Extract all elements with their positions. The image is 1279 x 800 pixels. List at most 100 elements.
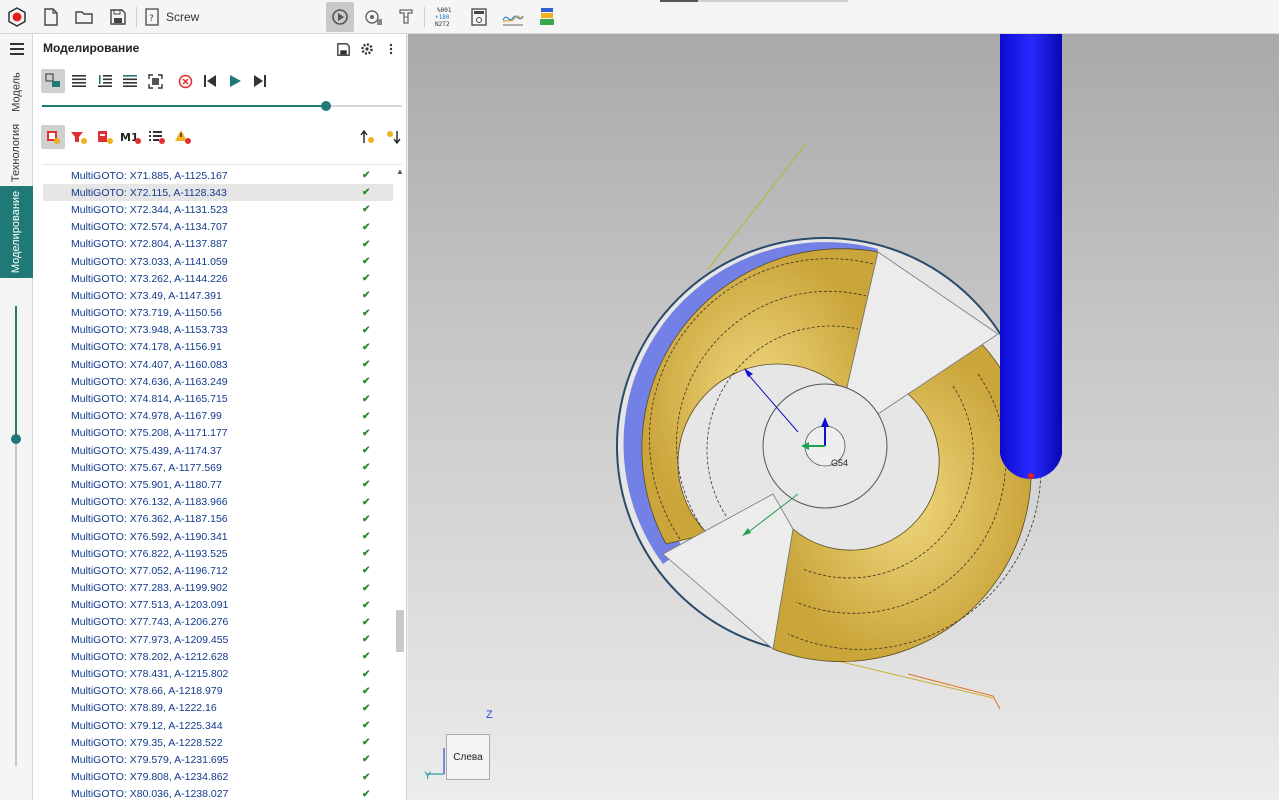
simulation-progress-handle[interactable] <box>321 101 332 111</box>
holder-collision-filter-icon[interactable] <box>93 125 117 149</box>
list-item[interactable]: MultiGOTO: X79.35, A-1228.522 ✔ <box>43 734 393 751</box>
project-icon[interactable]: ? <box>139 4 165 30</box>
list-item[interactable]: MultiGOTO: X71.885, A-1125.167 ✔ <box>43 167 393 184</box>
toolpath-line <box>907 673 1001 710</box>
scroll-thumb[interactable] <box>396 610 404 652</box>
list-item[interactable]: MultiGOTO: X79.579, A-1231.695 ✔ <box>43 751 393 768</box>
list-item[interactable]: MultiGOTO: X75.901, A-1180.77 ✔ <box>43 476 393 493</box>
list-item[interactable]: MultiGOTO: X78.431, A-1215.802 ✔ <box>43 665 393 682</box>
list-item[interactable]: MultiGOTO: X73.948, A-1153.733 ✔ <box>43 322 393 339</box>
operation-text: MultiGOTO: X72.804, A-1137.887 <box>71 238 228 251</box>
stop-icon[interactable] <box>174 70 196 92</box>
fit-view-icon[interactable] <box>144 70 166 92</box>
tab-technology[interactable]: Технология <box>0 120 33 186</box>
list-item[interactable]: MultiGOTO: X78.66, A-1218.979 ✔ <box>43 683 393 700</box>
status-check-icon: ✔ <box>362 737 371 749</box>
tab-model[interactable]: Модель <box>0 64 33 120</box>
open-folder-icon[interactable] <box>71 4 97 30</box>
list-item[interactable]: MultiGOTO: X73.262, A-1144.226 ✔ <box>43 270 393 287</box>
list-numbered-icon[interactable] <box>94 70 116 92</box>
status-check-icon: ✔ <box>362 393 371 405</box>
ncode-icon[interactable]: %001 +180 N2T2 <box>432 4 462 30</box>
list-item[interactable]: MultiGOTO: X72.344, A-1131.523 ✔ <box>43 201 393 218</box>
view-cube-label: Слева <box>453 751 483 763</box>
list-item[interactable]: MultiGOTO: X72.115, A-1128.343 ✔ <box>43 184 393 202</box>
list-warnings-filter-icon[interactable] <box>145 125 169 149</box>
list-item[interactable]: MultiGOTO: X80.036, A-1238.027 ✔ <box>43 786 393 800</box>
list-item[interactable]: MultiGOTO: X77.283, A-1199.902 ✔ <box>43 580 393 597</box>
status-check-icon: ✔ <box>362 788 371 800</box>
list-item[interactable]: MultiGOTO: X75.67, A-1177.569 ✔ <box>43 459 393 476</box>
list-item[interactable]: MultiGOTO: X77.973, A-1209.455 ✔ <box>43 631 393 648</box>
save-icon[interactable] <box>105 4 131 30</box>
machine-icon[interactable] <box>360 4 386 30</box>
simulation-icon[interactable] <box>326 2 354 32</box>
tool-icon[interactable] <box>393 4 419 30</box>
chart-icon[interactable] <box>500 4 526 30</box>
list-item[interactable]: MultiGOTO: X74.178, A-1156.91 ✔ <box>43 339 393 356</box>
list-item[interactable]: MultiGOTO: X73.49, A-1147.391 ✔ <box>43 287 393 304</box>
stock-errors-filter-icon[interactable] <box>41 125 65 149</box>
list-item[interactable]: MultiGOTO: X77.743, A-1206.276 ✔ <box>43 614 393 631</box>
list-item[interactable]: MultiGOTO: X77.513, A-1203.091 ✔ <box>43 597 393 614</box>
view-cube[interactable]: Слева <box>446 734 490 780</box>
list-item[interactable]: MultiGOTO: X72.804, A-1137.887 ✔ <box>43 236 393 253</box>
next-event-icon[interactable] <box>381 125 405 149</box>
list-item[interactable]: MultiGOTO: X76.132, A-1183.966 ✔ <box>43 494 393 511</box>
status-check-icon: ✔ <box>362 307 371 319</box>
app-logo-icon[interactable] <box>4 4 30 30</box>
list-item[interactable]: MultiGOTO: X76.592, A-1190.341 ✔ <box>43 528 393 545</box>
new-file-icon[interactable] <box>38 4 64 30</box>
previous-event-icon[interactable] <box>356 125 380 149</box>
list-compact-icon[interactable] <box>119 70 141 92</box>
3d-viewport[interactable]: G54 Z Y Слева <box>408 34 1279 800</box>
gear-icon[interactable] <box>359 41 375 57</box>
coordinate-system-label: G54 <box>831 458 849 468</box>
list-item[interactable]: MultiGOTO: X79.12, A-1225.344 ✔ <box>43 717 393 734</box>
list-item[interactable]: MultiGOTO: X77.052, A-1196.712 ✔ <box>43 562 393 579</box>
list-scrollbar[interactable]: ▲ <box>395 167 405 800</box>
status-check-icon: ✔ <box>362 376 371 388</box>
project-name[interactable]: Screw <box>166 10 199 24</box>
list-item[interactable]: MultiGOTO: X74.407, A-1160.083 ✔ <box>43 356 393 373</box>
scroll-up-icon[interactable]: ▲ <box>395 167 405 177</box>
list-item[interactable]: MultiGOTO: X76.362, A-1187.156 ✔ <box>43 511 393 528</box>
scene-drawing <box>616 34 1062 710</box>
tab-simulation[interactable]: Моделирование <box>0 186 33 278</box>
list-all-icon[interactable] <box>68 70 90 92</box>
svg-text:?: ? <box>149 14 154 24</box>
calculator-icon[interactable] <box>466 4 492 30</box>
more-icon[interactable] <box>383 41 399 57</box>
list-item[interactable]: MultiGOTO: X75.208, A-1171.177 ✔ <box>43 425 393 442</box>
operations-list: MultiGOTO: X71.885, A-1125.167 ✔ MultiGOTO… <box>43 167 393 800</box>
save-icon[interactable] <box>335 41 351 57</box>
list-item[interactable]: MultiGOTO: X79.808, A-1234.862 ✔ <box>43 769 393 786</box>
status-check-icon: ✔ <box>362 599 371 611</box>
stock-view-icon[interactable] <box>41 69 65 93</box>
play-icon[interactable] <box>224 70 246 92</box>
list-item[interactable]: MultiGOTO: X73.033, A-1141.059 ✔ <box>43 253 393 270</box>
list-item[interactable]: MultiGOTO: X76.822, A-1193.525 ✔ <box>43 545 393 562</box>
list-item[interactable]: MultiGOTO: X73.719, A-1150.56 ✔ <box>43 305 393 322</box>
menu-icon[interactable] <box>0 34 33 64</box>
speed-slider-handle[interactable] <box>11 434 21 444</box>
warning-filter-icon[interactable] <box>171 125 195 149</box>
status-check-icon: ✔ <box>362 410 371 422</box>
list-item[interactable]: MultiGOTO: X74.814, A-1165.715 ✔ <box>43 390 393 407</box>
list-item[interactable]: MultiGOTO: X78.89, A-1222.16 ✔ <box>43 700 393 717</box>
status-check-icon: ✔ <box>362 582 371 594</box>
rewind-icon[interactable] <box>199 70 221 92</box>
list-item[interactable]: MultiGOTO: X74.636, A-1163.249 ✔ <box>43 373 393 390</box>
operation-text: MultiGOTO: X76.362, A-1187.156 <box>71 513 228 526</box>
list-item[interactable]: MultiGOTO: X75.439, A-1174.37 ✔ <box>43 442 393 459</box>
operation-text: MultiGOTO: X74.178, A-1156.91 <box>71 341 222 354</box>
operation-text: MultiGOTO: X76.132, A-1183.966 <box>71 496 228 509</box>
list-item[interactable]: MultiGOTO: X74.978, A-1167.99 ✔ <box>43 408 393 425</box>
list-item[interactable]: MultiGOTO: X72.574, A-1134.707 ✔ <box>43 219 393 236</box>
machine-filter-icon[interactable]: M1 <box>119 125 143 149</box>
forward-icon[interactable] <box>249 70 271 92</box>
list-item[interactable]: MultiGOTO: X78.202, A-1212.628 ✔ <box>43 648 393 665</box>
operation-text: MultiGOTO: X75.208, A-1171.177 <box>71 427 228 440</box>
tool-collision-filter-icon[interactable] <box>67 125 91 149</box>
postprocessor-icon[interactable] <box>534 4 560 30</box>
